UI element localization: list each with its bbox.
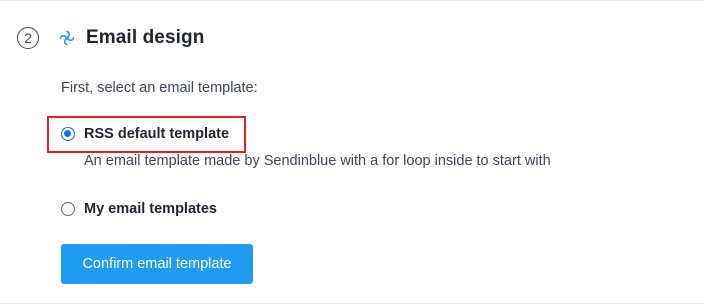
radio-my-email-templates[interactable] [61,202,75,216]
radio-rss-default-template[interactable] [61,127,75,141]
option-my-email-templates[interactable]: My email templates [61,201,217,217]
option-label: RSS default template [84,126,230,142]
option-description: An email template made by Sendinblue wit… [84,153,551,169]
template-instruction: First, select an email template: [61,80,258,96]
confirm-email-template-button[interactable]: Confirm email template [61,244,253,284]
step-number-badge: 2 [17,27,39,49]
step-header: 2 Email design [17,27,204,49]
sendinblue-logo-icon [59,30,75,46]
step-title: Email design [86,27,205,48]
email-design-panel: 2 Email design First, select an email te… [0,0,704,304]
option-label: My email templates [84,201,217,217]
option-rss-default-template[interactable]: RSS default template [61,126,229,142]
